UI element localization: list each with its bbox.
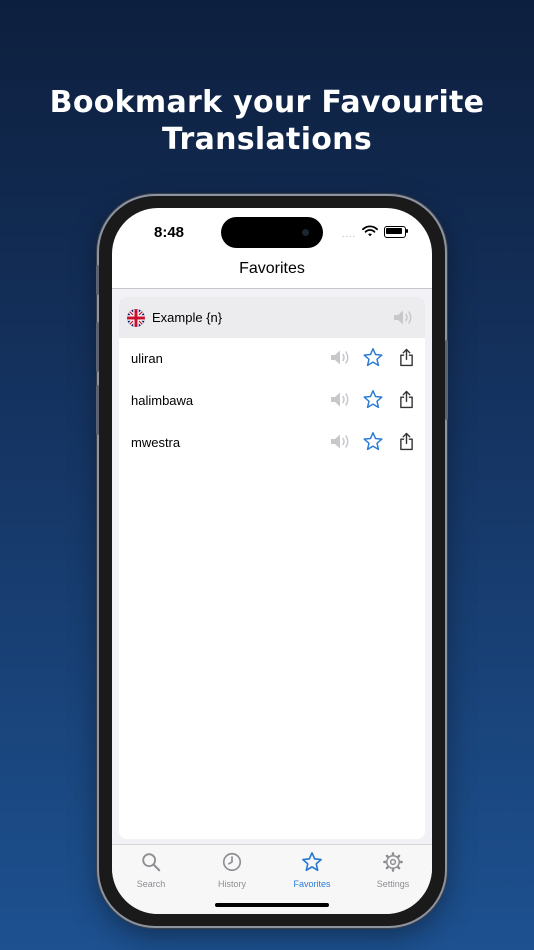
favorite-row[interactable]: halimbawa bbox=[119, 380, 425, 421]
tab-settings[interactable]: Settings bbox=[358, 851, 428, 889]
camera-dot bbox=[302, 229, 309, 236]
volume-down-button bbox=[96, 385, 99, 435]
star-icon[interactable] bbox=[362, 389, 384, 410]
speaker-icon[interactable] bbox=[330, 349, 352, 366]
dynamic-island bbox=[221, 217, 323, 248]
status-time: 8:48 bbox=[154, 224, 185, 241]
favorite-word: halimbawa bbox=[131, 393, 194, 408]
volume-up-button bbox=[96, 322, 99, 372]
battery-nub bbox=[406, 229, 408, 233]
favorites-card: Example {n} uliran halimbawa mwestra bbox=[119, 297, 425, 839]
star-icon bbox=[302, 852, 322, 872]
example-header-row[interactable]: Example {n} bbox=[119, 297, 425, 338]
tab-favorites-label: Favorites bbox=[293, 879, 331, 889]
speaker-icon[interactable] bbox=[393, 309, 415, 326]
speaker-icon[interactable] bbox=[330, 433, 352, 450]
action-button bbox=[96, 265, 99, 295]
wifi-icon bbox=[362, 225, 378, 237]
headline-line-1: Bookmark your Favourite bbox=[49, 85, 485, 120]
favorites-content[interactable]: Example {n} uliran halimbawa mwestra bbox=[112, 289, 432, 845]
uk-flag-icon bbox=[127, 309, 145, 327]
headline: Bookmark your Favourite Translations bbox=[0, 84, 534, 158]
tab-history-label: History bbox=[217, 879, 246, 889]
share-icon[interactable] bbox=[399, 432, 414, 451]
search-icon bbox=[142, 853, 161, 872]
favorite-row[interactable]: mwestra bbox=[119, 422, 425, 463]
headline-line-2: Translations bbox=[162, 122, 372, 157]
tab-settings-label: Settings bbox=[376, 879, 410, 889]
clock-icon bbox=[222, 852, 242, 872]
tab-favorites[interactable]: Favorites bbox=[277, 851, 347, 889]
example-header-text: Example {n} bbox=[152, 310, 223, 325]
gear-icon bbox=[383, 852, 403, 872]
cell-signal-icon: .... bbox=[342, 229, 357, 239]
power-button bbox=[445, 340, 448, 420]
tab-search[interactable]: Search bbox=[116, 851, 186, 889]
battery-level bbox=[386, 228, 402, 234]
speaker-icon[interactable] bbox=[330, 391, 352, 408]
home-indicator bbox=[215, 903, 329, 907]
nav-title: Favorites bbox=[239, 260, 305, 277]
star-icon[interactable] bbox=[362, 431, 384, 452]
favorite-word: uliran bbox=[131, 351, 163, 366]
phone-screen: 8:48 .... Favorites Example {n} uliran h… bbox=[112, 208, 432, 914]
battery-icon bbox=[384, 226, 406, 238]
tab-history[interactable]: History bbox=[197, 851, 267, 889]
share-icon[interactable] bbox=[399, 348, 414, 367]
share-icon[interactable] bbox=[399, 390, 414, 409]
favorite-word: mwestra bbox=[131, 435, 181, 450]
tab-search-label: Search bbox=[136, 879, 166, 889]
status-bar: 8:48 .... bbox=[112, 208, 432, 258]
favorite-row[interactable]: uliran bbox=[119, 338, 425, 379]
star-icon[interactable] bbox=[362, 347, 384, 368]
